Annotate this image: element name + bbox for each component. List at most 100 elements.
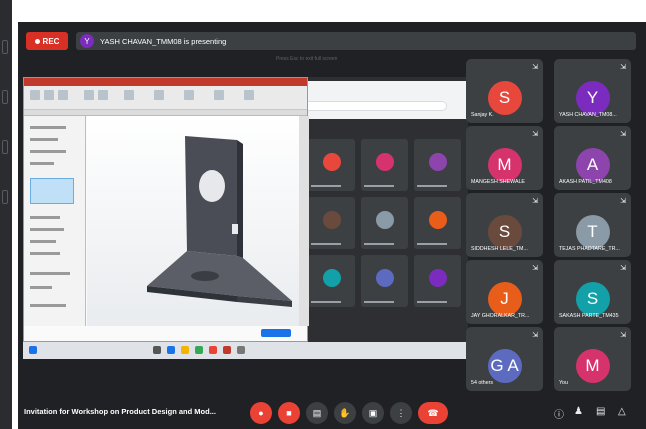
selection-box bbox=[30, 178, 74, 204]
captions-icon: ▤ bbox=[312, 407, 322, 418]
participant-name: YASH CHAVAN_TM08... bbox=[559, 112, 617, 118]
shared-participant-avatar bbox=[428, 269, 447, 288]
participant-avatar: Y bbox=[575, 81, 610, 115]
presenter-avatar: Y bbox=[80, 34, 94, 48]
cad-ribbon bbox=[24, 86, 307, 110]
end-call-button[interactable]: ☎ bbox=[418, 402, 448, 424]
shared-participant-avatar bbox=[322, 269, 341, 288]
participant-avatar: M bbox=[575, 349, 610, 383]
toolbar-icon bbox=[30, 90, 40, 100]
muted-mic-icon: ⇲ bbox=[620, 265, 626, 272]
shared-participant-tile bbox=[308, 197, 355, 249]
participant-tile[interactable]: ⇲ J JAY GHORALKAR_TR... bbox=[466, 260, 543, 324]
meet-window: REC Y YASH CHAVAN_TMM08 is presenting Pr… bbox=[18, 22, 646, 429]
record-dot-icon bbox=[34, 38, 40, 44]
presenting-banner[interactable]: Y YASH CHAVAN_TMM08 is presenting bbox=[76, 32, 636, 50]
captions-button[interactable]: ▤ bbox=[306, 402, 328, 424]
bottom-control-bar: Invitation for Workshop on Product Desig… bbox=[18, 397, 646, 429]
present-button[interactable]: ▣ bbox=[362, 402, 384, 424]
share-dialog-button bbox=[261, 329, 291, 337]
participant-tile[interactable]: ⇲ S SAKASH PARTE_TM435 bbox=[554, 260, 631, 324]
present-icon: ▣ bbox=[368, 407, 378, 418]
participant-tile[interactable]: ⇲ M You bbox=[554, 327, 631, 391]
raise-hand-button[interactable]: ✋ bbox=[334, 402, 356, 424]
bracket-model bbox=[147, 136, 292, 307]
participant-name: TEJAS PHADTARE_TR... bbox=[559, 246, 620, 252]
shared-participant-tile bbox=[414, 197, 461, 249]
participant-tile[interactable]: ⇲ G A 54 others bbox=[466, 327, 543, 391]
shared-participant-tile bbox=[414, 139, 461, 191]
participant-tile[interactable]: ⇲ S SIDDHESH LELE_TM... bbox=[466, 193, 543, 257]
camera-off-icon: ■ bbox=[286, 408, 292, 418]
window-control-icon bbox=[2, 40, 8, 54]
shared-taskbar bbox=[23, 342, 468, 359]
participant-name: JAY GHORALKAR_TR... bbox=[471, 313, 530, 319]
muted-mic-icon: ⇲ bbox=[532, 131, 538, 138]
participant-avatar: S bbox=[487, 81, 522, 115]
toolbar-icon bbox=[124, 90, 134, 100]
participant-tile[interactable]: ⇲ T TEJAS PHADTARE_TR... bbox=[554, 193, 631, 257]
participant-tile[interactable]: ⇲ A AKASH PATIL_TM408 bbox=[554, 126, 631, 190]
info-icon[interactable]: ⓘ bbox=[554, 406, 564, 421]
toolbar-icon bbox=[154, 90, 164, 100]
participant-avatar: S bbox=[575, 282, 610, 316]
toolbar-icon bbox=[98, 90, 108, 100]
participant-name: You bbox=[559, 380, 568, 386]
muted-mic-icon: ⇲ bbox=[532, 332, 538, 339]
people-icon[interactable]: ♟ bbox=[574, 406, 583, 417]
presenting-text: YASH CHAVAN_TMM08 is presenting bbox=[100, 36, 227, 46]
shared-participant-avatar bbox=[428, 211, 447, 230]
participant-avatar: A bbox=[575, 148, 610, 182]
participant-tile[interactable]: ⇲ S Sanjay K. bbox=[466, 59, 543, 123]
participant-name: 54 others bbox=[471, 380, 494, 386]
participant-name: SIDDHESH LELE_TM... bbox=[471, 246, 528, 252]
shared-participant-avatar bbox=[375, 153, 394, 172]
muted-mic-icon: ⇲ bbox=[532, 64, 538, 71]
cad-view-toolbar bbox=[299, 116, 309, 326]
muted-mic-icon: ⇲ bbox=[620, 64, 626, 71]
cad-title-bar bbox=[24, 78, 307, 86]
participant-avatar: S bbox=[487, 215, 522, 249]
toolbar-icon bbox=[244, 90, 254, 100]
cad-application-window bbox=[23, 77, 309, 342]
muted-mic-icon: ⇲ bbox=[620, 131, 626, 138]
participant-tile[interactable]: ⇲ Y YASH CHAVAN_TM08... bbox=[554, 59, 631, 123]
participant-avatar: G A bbox=[487, 349, 522, 383]
muted-mic-icon: ⇲ bbox=[532, 265, 538, 272]
shared-participant-avatar bbox=[322, 153, 341, 172]
more-options-icon: ⋮ bbox=[396, 407, 406, 418]
shared-address-bar bbox=[297, 101, 447, 111]
window-control-icon bbox=[2, 190, 8, 204]
chat-icon[interactable]: ▤ bbox=[596, 406, 605, 417]
shared-participant-tile bbox=[414, 255, 461, 307]
toolbar-icon bbox=[44, 90, 54, 100]
participant-name: SAKASH PARTE_TM435 bbox=[559, 313, 619, 319]
raise-hand-icon: ✋ bbox=[339, 407, 351, 418]
muted-mic-icon: ⇲ bbox=[532, 198, 538, 205]
activities-icon[interactable]: △ bbox=[618, 406, 626, 417]
shared-screen[interactable] bbox=[23, 77, 468, 359]
recording-label: REC bbox=[42, 36, 60, 46]
fullscreen-hint: Press Esc to exit full screen bbox=[276, 56, 338, 62]
window-control-icon bbox=[2, 140, 8, 154]
shared-participant-tile bbox=[308, 139, 355, 191]
participant-name: Sanjay K. bbox=[471, 112, 494, 118]
mic-off-button[interactable]: ● bbox=[250, 402, 272, 424]
background-window-strip bbox=[0, 0, 12, 429]
participant-tile[interactable]: ⇲ M MANGESH SHEWALE bbox=[466, 126, 543, 190]
window-control-icon bbox=[2, 90, 8, 104]
participant-name: AKASH PATIL_TM408 bbox=[559, 179, 612, 185]
shared-participant-tile bbox=[361, 197, 408, 249]
meeting-title: Invitation for Workshop on Product Desig… bbox=[24, 407, 216, 416]
toolbar-icon bbox=[184, 90, 194, 100]
participant-avatar: J bbox=[487, 282, 522, 316]
toolbar-icon bbox=[84, 90, 94, 100]
shared-desktop bbox=[23, 77, 468, 359]
shared-participant-tile bbox=[308, 255, 355, 307]
more-options-button[interactable]: ⋮ bbox=[390, 402, 412, 424]
shared-participant-tile bbox=[361, 255, 408, 307]
end-call-icon: ☎ bbox=[427, 407, 439, 418]
top-bar: REC Y YASH CHAVAN_TMM08 is presenting bbox=[18, 22, 646, 56]
participant-avatar: T bbox=[575, 215, 610, 249]
camera-off-button[interactable]: ■ bbox=[278, 402, 300, 424]
